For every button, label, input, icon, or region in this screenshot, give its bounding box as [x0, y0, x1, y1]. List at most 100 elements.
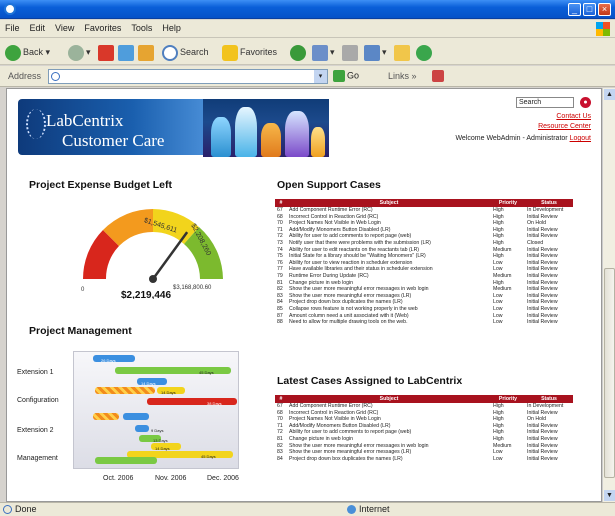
table-row[interactable]: 75 Initial State for a library should be … — [275, 253, 573, 260]
table-row[interactable]: 81 Change picture in web login High Initial… — [275, 280, 573, 287]
vertical-scrollbar[interactable]: ▲ ▼ — [602, 88, 615, 502]
table-row[interactable]: 79 Runtime Error During Update (RC) Medium… — [275, 272, 573, 280]
table-row[interactable]: 71 Add/Modify Monomers Button Disabled (L… — [275, 227, 573, 234]
address-input[interactable]: ▾ — [48, 69, 328, 84]
table-row[interactable]: 87 Amount column need a unit associated w… — [275, 312, 573, 320]
case-priority: High — [493, 409, 504, 416]
table-row[interactable]: 73 Notify user that there were problems w… — [275, 240, 573, 247]
table-row[interactable]: 70 Project Names Not Visible in Web Login… — [275, 416, 573, 423]
edit-icon — [364, 44, 380, 61]
site-search-input[interactable]: Search — [516, 97, 574, 108]
minimize-button[interactable]: _ — [568, 3, 581, 16]
col-number[interactable]: # — [275, 395, 287, 403]
support-title: Open Support Cases — [277, 179, 381, 191]
gantt-bar-4[interactable] — [95, 387, 155, 394]
gantt-bar-3[interactable]: 14 Days — [137, 378, 167, 386]
table-row[interactable]: 84 Project drop down box duplicates the n… — [275, 455, 573, 463]
home-button[interactable] — [138, 43, 156, 61]
table-row[interactable]: 76 Ability for user to view reaction in s… — [275, 259, 573, 267]
table-row[interactable]: 72 Ability for user to add comments to re… — [275, 429, 573, 436]
table-row[interactable]: 68 Incorrect Control in Reaction Grid (RC… — [275, 214, 573, 221]
table-row[interactable]: 83 Show the user more meaningful error me… — [275, 449, 573, 456]
scroll-down-arrow[interactable]: ▼ — [604, 490, 615, 501]
history-button[interactable] — [290, 43, 308, 61]
forward-button[interactable]: ▾ — [68, 43, 91, 61]
col-subject[interactable]: Subject — [287, 395, 491, 403]
scroll-thumb[interactable] — [604, 268, 615, 478]
gantt-bar-1[interactable]: 26 Days — [93, 355, 135, 363]
menu-file[interactable]: File — [0, 20, 25, 33]
case-status: Closed — [527, 239, 544, 246]
col-status[interactable]: Status — [525, 395, 573, 403]
case-number: 73 — [277, 239, 283, 246]
back-button[interactable]: Back ▾ — [5, 43, 50, 61]
gantt-bar-13[interactable] — [95, 457, 157, 464]
header-links: Search ● Contact Us Resource Center Welco… — [421, 97, 591, 142]
table-row[interactable]: 85 Collapse rows feature is not working p… — [275, 306, 573, 313]
folder-button[interactable] — [394, 43, 412, 61]
table-row[interactable]: 77 Have available libraries and their sta… — [275, 266, 573, 273]
case-priority: High — [491, 233, 525, 240]
gantt-bar-6[interactable]: 38 Days — [147, 398, 237, 406]
search-go-icon[interactable]: ● — [580, 97, 591, 108]
refresh-button[interactable] — [118, 43, 136, 61]
col-priority[interactable]: Priority — [491, 395, 525, 403]
table-row[interactable]: 67 Add Component Runtime Error (RC) High In… — [275, 207, 573, 214]
gantt-bar-5[interactable]: 14 Days — [157, 387, 185, 395]
gantt-bar-8[interactable] — [123, 413, 149, 420]
case-subject: Incorrect Control in Reaction Grid (RC) — [289, 213, 379, 220]
menu-edit[interactable]: Edit — [25, 20, 51, 33]
menu-help[interactable]: Help — [157, 20, 186, 33]
stop-button[interactable] — [98, 43, 116, 61]
gantt-bar-7[interactable] — [93, 413, 119, 420]
mail-button[interactable]: ▾ — [312, 43, 335, 61]
messenger-button[interactable] — [416, 43, 434, 61]
case-priority: High — [493, 253, 504, 260]
table-row[interactable]: 70 Project Names Not Visible in Web Login… — [275, 220, 573, 227]
menu-view[interactable]: View — [50, 20, 79, 33]
col-subject[interactable]: Subject — [287, 199, 491, 207]
case-number: 81 — [277, 279, 283, 286]
links-button[interactable]: Links » — [388, 71, 417, 81]
search-button[interactable]: Search — [162, 43, 209, 61]
table-row[interactable]: 82 Show the user more meaningful error me… — [275, 442, 573, 450]
gantt-bar-9[interactable]: 9 Days — [135, 425, 163, 433]
col-number[interactable]: # — [275, 199, 287, 207]
table-row[interactable]: 82 Show the user more meaningful error me… — [275, 286, 573, 293]
menu-tools[interactable]: Tools — [126, 20, 157, 33]
col-priority[interactable]: Priority — [491, 199, 525, 207]
gantt-bar-11[interactable]: 14 Days — [151, 443, 181, 451]
table-row[interactable]: 72 Ability for user to add comments to re… — [275, 233, 573, 240]
close-button[interactable]: × — [598, 3, 611, 16]
resource-center-link[interactable]: Resource Center — [538, 123, 591, 130]
table-row[interactable]: 84 Project drop down box duplicates the n… — [275, 299, 573, 306]
gantt-bar-10[interactable]: 13 Days — [139, 435, 168, 443]
case-subject: Show the user more meaningful error mess… — [289, 292, 412, 299]
table-row[interactable]: 88 Need to allow for multiple drawing too… — [275, 319, 573, 326]
go-button[interactable]: Go — [333, 70, 359, 82]
case-number: 88 — [277, 319, 283, 326]
contact-us-link[interactable]: Contact Us — [556, 113, 591, 120]
page-icon — [51, 72, 60, 81]
latest-table: # Subject Priority Status 67 Add Componen… — [275, 395, 573, 463]
logout-link[interactable]: Logout — [570, 135, 591, 142]
menu-favorites[interactable]: Favorites — [79, 20, 126, 33]
edit-button[interactable]: ▾ — [364, 43, 387, 61]
table-row[interactable]: 74 Ability for user to edit reactants on … — [275, 246, 573, 254]
case-status: Initial Review — [527, 449, 558, 456]
case-status: Initial Review — [525, 429, 573, 436]
table-row[interactable]: 83 Show the user more meaningful error me… — [275, 293, 573, 300]
favorites-button[interactable]: Favorites — [222, 43, 277, 61]
table-row[interactable]: 68 Incorrect Control in Reaction Grid (RC… — [275, 410, 573, 417]
table-row[interactable]: 71 Add/Modify Monomers Button Disabled (L… — [275, 423, 573, 430]
print-button[interactable] — [342, 43, 360, 61]
table-row[interactable]: 81 Change picture in web login High Initial… — [275, 436, 573, 443]
case-number: 82 — [275, 286, 287, 293]
col-status[interactable]: Status — [525, 199, 573, 207]
maximize-button[interactable]: □ — [583, 3, 596, 16]
table-row[interactable]: 67 Add Component Runtime Error (RC) High In… — [275, 403, 573, 410]
scroll-up-arrow[interactable]: ▲ — [604, 89, 615, 100]
address-dropdown[interactable]: ▾ — [314, 70, 327, 83]
gantt-bar-2[interactable]: 45 Days — [115, 367, 231, 375]
tools-menu-icon[interactable] — [432, 70, 444, 82]
